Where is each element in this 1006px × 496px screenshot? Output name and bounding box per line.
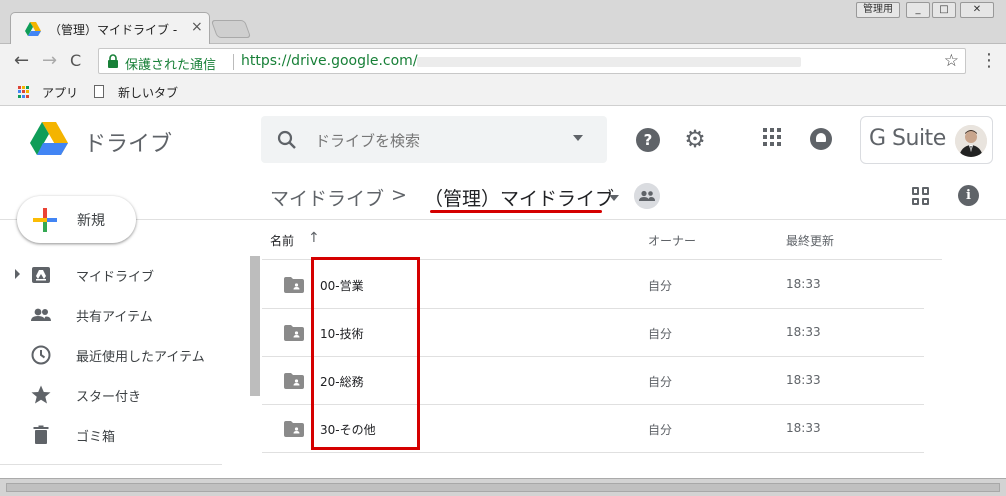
page-icon: [94, 85, 104, 98]
drive-logo-icon[interactable]: [30, 122, 68, 156]
sidebar-item-label: 最近使用したアイテム: [76, 350, 205, 365]
search-bar[interactable]: ドライブを検索: [261, 116, 607, 163]
scrollbar-thumb[interactable]: [6, 483, 1000, 492]
sidebar-item-label: 共有アイテム: [76, 310, 153, 325]
file-owner: 自分: [648, 423, 673, 437]
bookmarks-bar: アプリ 新しいタブ: [0, 78, 1006, 106]
apps-grid-icon[interactable]: [18, 86, 30, 98]
horizontal-scrollbar[interactable]: [0, 478, 1006, 496]
address-divider: [233, 54, 234, 70]
column-header-owner[interactable]: オーナー: [648, 232, 696, 249]
search-input[interactable]: ドライブを検索: [315, 130, 420, 151]
avatar[interactable]: [955, 125, 987, 157]
sort-up-arrow-icon[interactable]: ↑: [308, 230, 320, 246]
file-modified: 18:33: [786, 373, 821, 387]
forward-arrow-icon[interactable]: →: [42, 52, 57, 70]
bookmark-new-tab[interactable]: 新しいタブ: [118, 84, 178, 101]
expand-arrow-icon[interactable]: [15, 269, 20, 279]
address-bar[interactable]: 保護された通信 https://drive.google.com/ ☆: [98, 48, 966, 74]
sidebar-item-my-drive[interactable]: マイドライブ: [0, 255, 240, 295]
browser-toolbar: ← → C 保護された通信 https://drive.google.com/ …: [0, 44, 1006, 78]
bookmark-star-icon[interactable]: ☆: [944, 51, 959, 71]
new-button-label: 新規: [77, 213, 105, 229]
file-modified: 18:33: [786, 277, 821, 291]
breadcrumb-my-drive[interactable]: マイドライブ: [270, 184, 384, 211]
app-title[interactable]: ドライブ: [84, 126, 172, 158]
plus-icon: [33, 208, 57, 232]
bookmark-apps[interactable]: アプリ: [42, 84, 78, 101]
drive-app: ドライブ ドライブを検索 ? ⚙ G Suite マイドライブ > （管理）マイ…: [0, 106, 1006, 478]
sidebar-item-recent[interactable]: 最近使用したアイテム: [0, 335, 240, 375]
reload-icon[interactable]: C: [70, 52, 81, 70]
file-modified: 18:33: [786, 325, 821, 339]
search-options-caret-icon[interactable]: [573, 135, 583, 141]
help-icon[interactable]: ?: [636, 128, 660, 152]
settings-gear-icon[interactable]: ⚙: [683, 126, 707, 152]
drive-icon: [32, 267, 50, 283]
new-button[interactable]: 新規: [17, 196, 136, 243]
file-owner: 自分: [648, 375, 673, 389]
browser-tab[interactable]: （管理）マイドライブ - ×: [10, 12, 210, 44]
sidebar-item-label: マイドライブ: [76, 270, 155, 285]
trash-icon: [33, 425, 49, 444]
sidebar-item-shared[interactable]: 共有アイテム: [0, 295, 240, 335]
tab-close-icon[interactable]: ×: [191, 19, 203, 35]
sidebar-divider: [0, 464, 222, 465]
gsuite-logo: G Suite: [869, 126, 946, 151]
browser-titlebar: （管理）マイドライブ - × 管理用 _ □ ✕: [0, 0, 1006, 44]
notifications-bell-icon[interactable]: [810, 128, 832, 150]
header-divider: [0, 219, 1006, 220]
star-icon: [31, 385, 51, 404]
tab-title: （管理）マイドライブ -: [49, 23, 178, 37]
sidebar-item-label: ゴミ箱: [76, 430, 116, 445]
browser-menu-icon[interactable]: ⋮: [980, 50, 998, 71]
url-redacted: [417, 57, 801, 67]
sidebar-scrollbar[interactable]: [250, 256, 260, 396]
info-icon[interactable]: i: [958, 185, 979, 206]
people-icon: [31, 308, 51, 321]
profile-badge[interactable]: 管理用: [856, 2, 900, 18]
sidebar-item-label: スター付き: [76, 390, 142, 405]
column-header-name[interactable]: 名前: [270, 232, 294, 249]
shared-folder-icon: [284, 421, 304, 437]
google-apps-icon[interactable]: [763, 128, 781, 146]
new-tab-button[interactable]: [210, 20, 252, 38]
clock-icon: [31, 345, 51, 365]
highlight-box: [311, 257, 420, 450]
search-icon[interactable]: [277, 130, 297, 150]
url-text: https://drive.google.com/: [241, 53, 418, 69]
secure-connection-label: 保護された通信: [125, 58, 217, 73]
avatar-portrait-icon: [955, 125, 987, 157]
drive-favicon-icon: [25, 22, 41, 36]
file-owner: 自分: [648, 279, 673, 293]
breadcrumb-current-folder[interactable]: （管理）マイドライブ: [424, 184, 614, 211]
folder-menu-caret-icon[interactable]: [609, 195, 619, 201]
shared-folder-icon: [284, 373, 304, 389]
shared-folder-people-icon[interactable]: [634, 183, 660, 209]
sidebar-item-starred[interactable]: スター付き: [0, 375, 240, 415]
back-arrow-icon[interactable]: ←: [14, 52, 29, 70]
file-modified: 18:33: [786, 421, 821, 435]
window-close-button[interactable]: ✕: [960, 2, 994, 18]
minimize-button[interactable]: _: [906, 2, 930, 18]
shared-folder-icon: [284, 325, 304, 341]
file-owner: 自分: [648, 327, 673, 341]
breadcrumb-separator: >: [391, 184, 407, 206]
account-box[interactable]: G Suite: [860, 116, 993, 164]
lock-icon: [108, 54, 118, 68]
grid-view-icon[interactable]: [912, 187, 930, 205]
shared-folder-icon: [284, 277, 304, 293]
sidebar-item-trash[interactable]: ゴミ箱: [0, 415, 240, 455]
column-header-modified[interactable]: 最終更新: [786, 232, 834, 249]
maximize-button[interactable]: □: [932, 2, 956, 18]
highlight-underline: [430, 210, 602, 213]
